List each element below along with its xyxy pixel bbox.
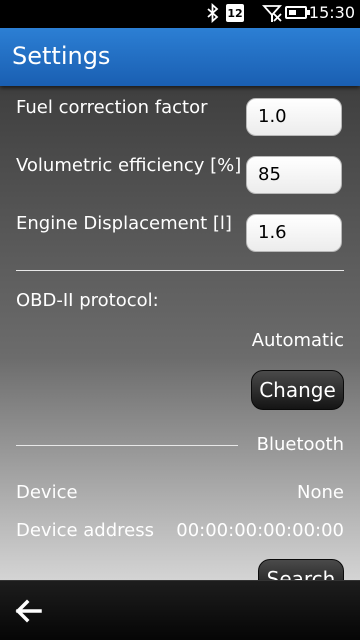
calendar-icon: 12 <box>226 4 244 22</box>
fuel-correction-label: Fuel correction factor <box>16 97 208 118</box>
device-value: None <box>297 482 344 503</box>
page-title: Settings <box>12 42 111 70</box>
engine-displacement-label: Engine Displacement [l] <box>16 213 232 234</box>
battery-icon <box>285 6 310 19</box>
engine-displacement-field[interactable]: 1.6 <box>246 214 342 252</box>
battery-level <box>289 10 296 15</box>
device-address-label: Device address <box>16 520 154 541</box>
device-address-value: 00:00:00:00:00:00 <box>176 520 344 541</box>
section-divider <box>16 270 344 271</box>
settings-content[interactable]: Fuel correction factor 1.0 Volumetric ef… <box>0 86 360 580</box>
volumetric-efficiency-field[interactable]: 85 <box>246 156 342 194</box>
bluetooth-section-label: Bluetooth <box>256 434 344 455</box>
back-arrow-icon[interactable] <box>14 597 44 625</box>
clock: 15:30 <box>308 3 355 22</box>
change-protocol-button[interactable]: Change <box>251 370 344 410</box>
volumetric-efficiency-label: Volumetric efficiency [%] <box>16 155 242 176</box>
status-bar: 12 15:30 <box>0 0 360 28</box>
fuel-correction-field[interactable]: 1.0 <box>246 98 342 136</box>
title-bar: Settings <box>0 28 360 86</box>
search-button[interactable]: Search <box>258 559 344 580</box>
bluetooth-divider <box>16 445 238 446</box>
no-signal-icon <box>262 5 282 22</box>
device-label: Device <box>16 482 78 503</box>
settings-screen: 12 15:30 Settings Fuel correction factor… <box>0 0 360 640</box>
obd-protocol-label: OBD-II protocol: <box>16 290 159 311</box>
obd-protocol-value: Automatic <box>251 330 344 351</box>
bluetooth-icon <box>207 3 219 23</box>
bottom-toolbar <box>0 580 360 640</box>
